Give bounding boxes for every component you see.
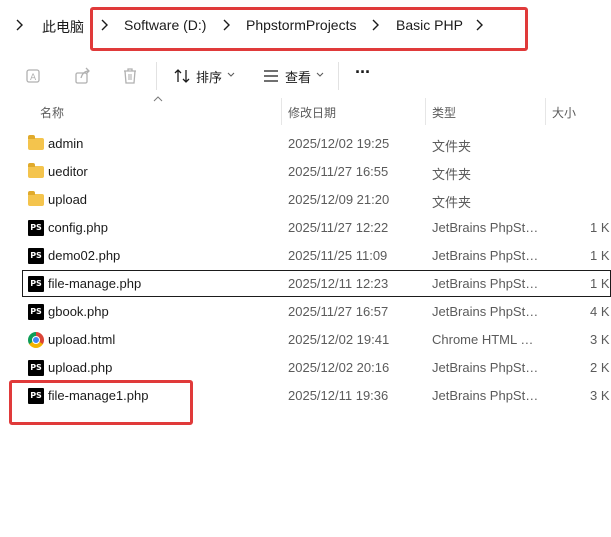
column-header-type[interactable]: 类型: [432, 104, 456, 121]
toolbar-separator: [338, 62, 339, 90]
file-row[interactable]: admin 2025/12/02 19:25 文件夹: [0, 130, 611, 158]
file-modified-date: 2025/11/27 12:22: [288, 220, 389, 235]
file-modified-date: 2025/12/02 20:16: [288, 360, 390, 375]
file-row[interactable]: PS upload.php 2025/12/02 20:16 JetBrains Ph…: [0, 354, 611, 382]
breadcrumb-root-chevron-icon[interactable]: [14, 18, 24, 32]
breadcrumb-this-pc[interactable]: 此电脑: [42, 17, 84, 37]
file-type: JetBrains PhpSto...: [432, 304, 540, 319]
chrome-html-icon: [28, 332, 44, 348]
phpstorm-file-icon: PS: [28, 360, 44, 376]
sort-ascending-indicator-icon: [153, 96, 163, 102]
folder-icon: [28, 135, 44, 150]
file-name: ueditor: [48, 164, 88, 179]
file-type: 文件夹: [432, 195, 472, 210]
file-modified-date: 2025/12/02 19:25: [288, 136, 390, 151]
file-row[interactable]: upload 2025/12/09 21:20 文件夹: [0, 186, 611, 214]
file-size: 2 K: [590, 360, 610, 375]
file-type: 文件夹: [432, 167, 472, 182]
phpstorm-file-icon: PS: [28, 248, 44, 264]
file-row[interactable]: ueditor 2025/11/27 16:55 文件夹: [0, 158, 611, 186]
file-type: 文件夹: [432, 139, 472, 154]
file-row[interactable]: upload.html 2025/12/02 19:41 Chrome HTML D…: [0, 326, 611, 354]
file-row[interactable]: PS demo02.php 2025/11/25 11:09 JetBrains Ph…: [0, 242, 611, 270]
file-type: JetBrains PhpSto...: [432, 248, 540, 263]
file-name: upload.php: [48, 360, 113, 375]
share-icon[interactable]: [73, 66, 93, 86]
file-type: JetBrains PhpSto...: [432, 360, 540, 375]
file-size: 4 K: [590, 304, 610, 319]
column-resize-handle[interactable]: [425, 98, 426, 125]
file-row[interactable]: PS config.php 2025/11/27 12:22 JetBrains Ph…: [0, 214, 611, 242]
svg-text:A: A: [30, 73, 37, 83]
file-type: JetBrains PhpSto...: [432, 220, 540, 235]
column-resize-handle[interactable]: [545, 98, 546, 125]
sort-button-label[interactable]: 排序: [196, 67, 222, 86]
delete-icon[interactable]: [120, 66, 140, 86]
phpstorm-file-icon: PS: [28, 304, 44, 320]
file-modified-date: 2025/11/27 16:57: [288, 304, 389, 319]
file-name: gbook.php: [48, 304, 109, 319]
folder-icon: [28, 191, 44, 206]
file-modified-date: 2025/11/27 16:55: [288, 164, 389, 179]
breadcrumb-highlight-annotation: [90, 7, 528, 51]
file-name: upload.html: [48, 332, 116, 347]
file-type: JetBrains PhpSto...: [432, 388, 540, 403]
column-resize-handle[interactable]: [281, 98, 282, 125]
file-modified-date: 2025/11/25 11:09: [288, 248, 388, 263]
file-name: demo02.php: [48, 248, 121, 263]
new-file-highlight-annotation: [9, 380, 193, 425]
rename-icon[interactable]: A: [24, 66, 44, 86]
file-row[interactable]: PS gbook.php 2025/11/27 16:57 JetBrains Php…: [0, 298, 611, 326]
file-modified-date: 2025/12/09 21:20: [288, 192, 390, 207]
column-header-name[interactable]: 名称: [40, 104, 64, 121]
column-header-size[interactable]: 大小: [552, 104, 576, 121]
sort-chevron-down-icon[interactable]: [227, 72, 235, 78]
file-modified-date: 2025/12/02 19:41: [288, 332, 390, 347]
column-header-modified[interactable]: 修改日期: [288, 104, 336, 121]
file-name: config.php: [48, 220, 108, 235]
view-icon[interactable]: [261, 66, 281, 86]
file-modified-date: 2025/12/11 19:36: [288, 388, 389, 403]
file-size: 3 K: [590, 332, 610, 347]
file-type: Chrome HTML D...: [432, 332, 540, 347]
view-chevron-down-icon[interactable]: [316, 72, 324, 78]
file-name: admin: [48, 136, 84, 151]
file-size: 3 K: [590, 388, 610, 403]
more-options-button[interactable]: ···: [355, 62, 371, 83]
phpstorm-file-icon: PS: [28, 220, 44, 236]
sort-icon[interactable]: [172, 66, 192, 86]
file-size: 1 K: [590, 220, 610, 235]
folder-icon: [28, 163, 44, 178]
toolbar-separator: [156, 62, 157, 90]
file-size: 1 K: [590, 248, 610, 263]
file-name: upload: [48, 192, 88, 207]
focused-row-outline: [22, 270, 611, 297]
view-button-label[interactable]: 查看: [285, 67, 311, 86]
